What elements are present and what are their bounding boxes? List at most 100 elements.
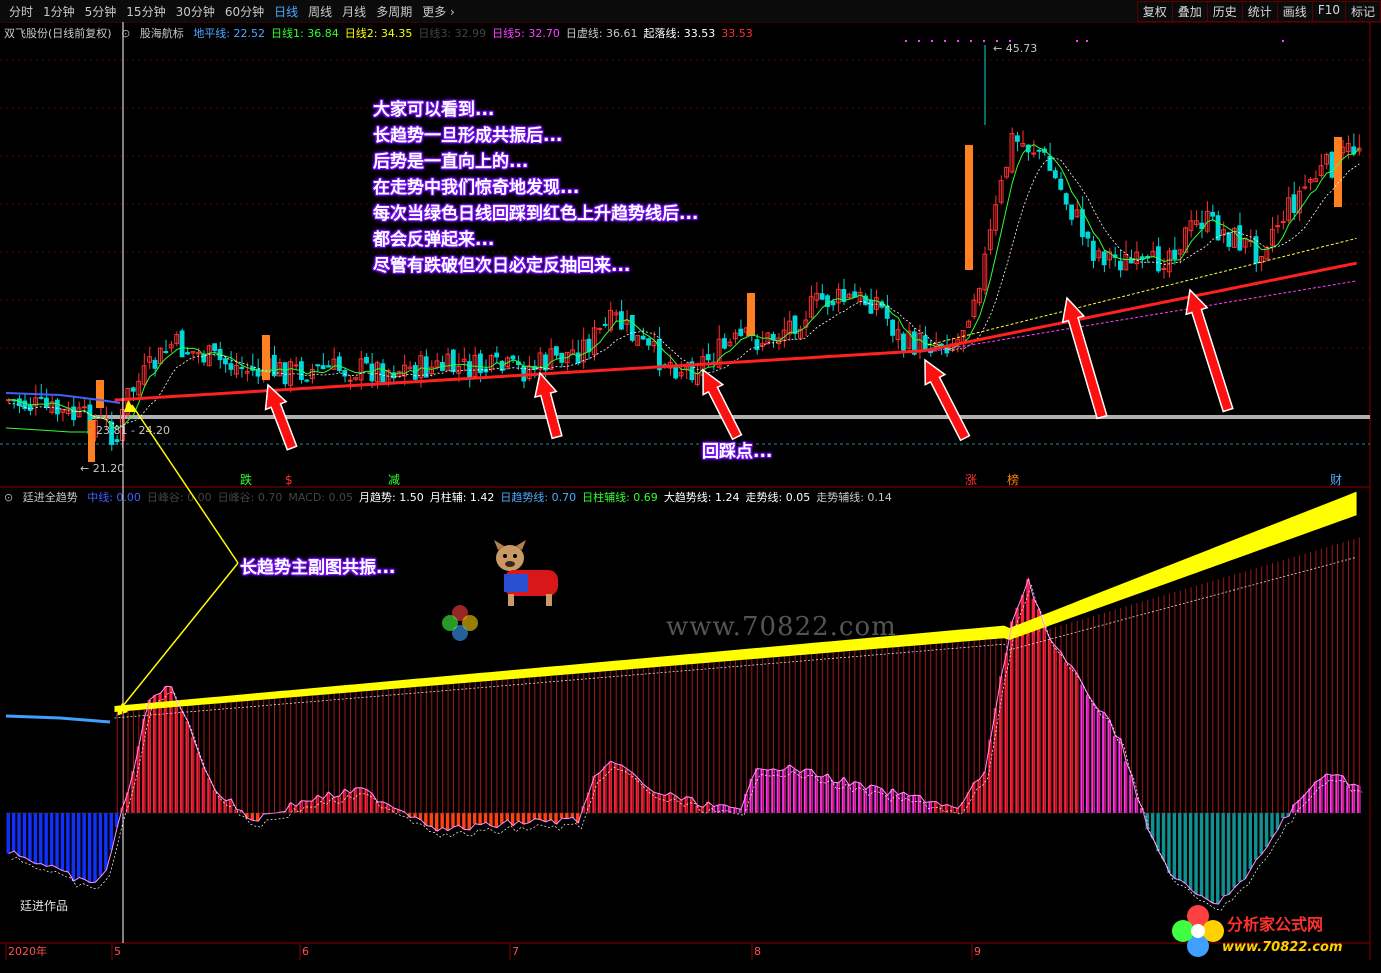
signal-dot	[905, 40, 907, 42]
candle	[27, 404, 33, 411]
main-annotation: 大家可以看到... 长趋势一旦形成共振后... 后势是一直向上的... 在走势中我们惊…	[373, 97, 698, 279]
histogram-bar	[532, 813, 537, 819]
candle	[1215, 215, 1221, 241]
histogram-bar	[1270, 813, 1274, 838]
candle	[646, 338, 651, 346]
histogram-bar	[44, 813, 48, 867]
annotation-line: 后势是一直向上的...	[373, 152, 529, 172]
signal-marker: 财	[1330, 473, 1342, 487]
histogram-bar	[1167, 813, 1171, 874]
center-watermark: www.70822.com	[666, 612, 897, 642]
histogram-bar	[6, 813, 10, 854]
red-arrow-icon	[1185, 288, 1234, 413]
histogram-bar	[971, 782, 976, 813]
candle	[553, 346, 559, 356]
histogram-bar	[82, 813, 86, 880]
annotation-line: 长趋势一旦形成共振后...	[373, 126, 563, 146]
candle	[71, 406, 77, 421]
highlight-candle	[747, 293, 755, 336]
histogram-bar	[500, 813, 504, 824]
histogram-bar	[852, 781, 857, 813]
histogram-bar	[1324, 773, 1328, 813]
histogram-bar	[434, 813, 439, 832]
histogram-bar	[71, 813, 76, 882]
histogram-bar	[472, 813, 477, 824]
x-axis-label: 6	[302, 945, 309, 958]
histogram-bar	[1107, 720, 1111, 813]
histogram-bar	[429, 813, 433, 827]
histogram-bar	[1281, 813, 1285, 818]
histogram-bar	[1216, 813, 1220, 905]
annotation-line: 大家可以看到...	[373, 100, 495, 120]
histogram-bar	[1254, 813, 1258, 860]
candle	[179, 330, 185, 358]
histogram-bar	[825, 774, 829, 813]
histogram-bar	[1259, 813, 1263, 855]
signal-marker: 涨	[965, 472, 977, 487]
candle	[602, 323, 608, 326]
candle	[1291, 194, 1297, 213]
histogram-bar	[944, 804, 949, 813]
candle	[1069, 204, 1075, 220]
resonance-annotation: 长趋势主副图共振...	[240, 558, 396, 578]
histogram-bar	[33, 813, 38, 864]
histogram-bar	[60, 813, 65, 871]
candle	[326, 365, 331, 368]
histogram-bar	[456, 813, 461, 826]
candle	[1052, 170, 1058, 179]
highlight-candle	[88, 420, 95, 462]
signal-dot	[1282, 40, 1284, 42]
candle	[1302, 186, 1308, 189]
signal-dot	[970, 40, 972, 42]
candle	[212, 343, 218, 352]
x-axis-label: 7	[512, 945, 519, 958]
candle	[705, 354, 711, 361]
signal-marker: 跌	[240, 472, 252, 487]
red-arrow-icon	[534, 371, 563, 440]
signal-dot	[957, 40, 959, 42]
histogram-bar	[516, 813, 520, 822]
histogram-bar	[17, 813, 21, 857]
candle	[364, 356, 369, 364]
histogram-bar	[11, 813, 16, 851]
histogram-bar	[1178, 813, 1182, 881]
candle	[575, 352, 581, 364]
histogram-bar	[760, 769, 764, 813]
histogram-bar	[1210, 813, 1215, 904]
candle	[450, 349, 456, 373]
highlight-candle	[1334, 137, 1342, 207]
histogram-bar	[1069, 666, 1074, 813]
histogram-bar	[478, 813, 482, 825]
histogram-bar	[489, 813, 493, 827]
histogram-bar	[1232, 813, 1236, 888]
candle	[152, 359, 158, 369]
histogram-bar	[1248, 813, 1253, 869]
candle	[792, 315, 798, 334]
candle	[1329, 151, 1335, 178]
candle	[336, 356, 342, 372]
histogram-bar	[87, 813, 92, 883]
candle	[1210, 211, 1216, 217]
signal-marker: $	[285, 473, 293, 487]
candle	[890, 319, 896, 336]
candle	[1280, 220, 1286, 223]
histogram-bar	[104, 813, 108, 870]
histogram-bar	[906, 795, 911, 813]
histogram-bar	[1188, 813, 1193, 890]
candle	[901, 333, 906, 351]
candle	[1172, 249, 1178, 260]
histogram-bar	[445, 813, 450, 831]
histogram-bar	[55, 813, 59, 868]
candle	[597, 328, 603, 331]
candle	[510, 355, 516, 360]
histogram-bar	[1264, 813, 1269, 848]
candle	[1253, 236, 1259, 264]
signal-dot	[983, 40, 985, 42]
histogram-bar	[1243, 813, 1247, 879]
candle	[282, 362, 288, 385]
histogram-bar	[527, 813, 531, 823]
candle	[722, 338, 727, 349]
signal-dot	[918, 40, 920, 42]
histogram-bar	[548, 813, 553, 820]
dog-mascot-icon	[486, 540, 576, 610]
